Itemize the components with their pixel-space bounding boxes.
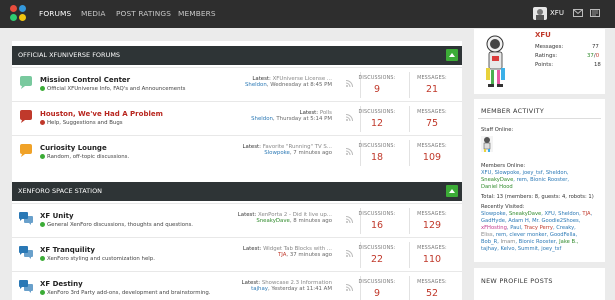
recent-line[interactable]: Slowpoke, SneakyDave, XFU, Sheldon, TJA, [481,211,592,217]
rss-icon[interactable] [346,284,353,291]
forum-description: Official XFUniverse Info, FAQ's and Anno… [40,86,185,92]
forum-description: Help, Suggestions and Bugs [40,120,123,126]
rss-icon[interactable] [346,80,353,87]
members-online-line[interactable]: XFU, Slowpoke, joey_tsf, Sheldon, [481,170,569,176]
latest-post[interactable]: Latest: XenPorta 2 - Did it live up... Sn… [238,212,332,224]
info-bullet-icon [40,154,45,159]
messages-stat: MESSAGES: 21 [417,76,447,95]
latest-post[interactable]: Latest: XFUniverse License ... Sheldon, W… [245,76,332,88]
info-bullet-icon [40,120,45,125]
latest-post[interactable]: Latest: Showcase 2.3 Information tajhay, … [242,280,332,292]
forum-icon [18,110,34,124]
forum-icon [18,246,34,260]
staff-online-label: Staff Online: [481,127,514,133]
forum-description: XenForo styling and customization help. [40,256,155,262]
collapse-toggle-icon[interactable] [446,49,458,61]
nav-post-ratings[interactable]: POST RATINGS [116,9,171,18]
alerts-icon[interactable] [590,9,600,17]
forum-title[interactable]: Houston, We've Had A Problem [40,110,163,118]
category-header[interactable]: XENFORO SPACE STATION [12,182,462,201]
forum-icon [18,76,34,90]
points-label: Points: [535,62,554,68]
latest-post[interactable]: Latest: Favorite "Running" TV S... Slowpo… [243,144,332,156]
members-online-label: Members Online: [481,163,526,169]
forum-description: XenForo 3rd Party add-ons, development a… [40,290,211,296]
messages-count: 77 [592,44,599,50]
rss-icon[interactable] [346,216,353,223]
discussions-stat: DISCUSSIONS: 16 [358,212,396,231]
recent-line[interactable]: Bob_R, Imam, Bionic Rooster, Jake B., [481,239,578,245]
discussions-stat: DISCUSSIONS: 12 [358,110,396,129]
new-profile-posts-title: NEW PROFILE POSTS [481,277,553,285]
discussions-stat: DISCUSSIONS: 9 [358,76,396,95]
messages-stat: MESSAGES: 110 [417,246,447,265]
forum-row[interactable]: XF Destiny XenForo 3rd Party add-ons, dev… [12,271,462,300]
latest-post[interactable]: Latest: Polls Sheldon, Thursday at 5:14 P… [251,110,332,122]
forum-row[interactable]: XF Unity General XenForo discussions, tho… [12,203,462,237]
site-logo[interactable] [10,5,28,23]
messages-stat: MESSAGES: 129 [417,212,447,231]
rss-icon[interactable] [346,250,353,257]
info-bullet-icon [40,290,45,295]
nav-members[interactable]: MEMBERS [178,9,216,18]
category-header[interactable]: OFFICIAL XFUNIVERSE FORUMS [12,46,462,65]
category-title: XENFORO SPACE STATION [18,187,103,195]
sidebar-username[interactable]: XFU [535,31,551,39]
inbox-icon[interactable] [573,9,583,17]
category-title: OFFICIAL XFUNIVERSE FORUMS [18,51,121,59]
nav-media[interactable]: MEDIA [81,9,105,18]
collapse-toggle-icon[interactable] [446,185,458,197]
points-count: 18 [594,62,601,68]
top-navigation-bar: FORUMS MEDIA POST RATINGS MEMBERS XFU [0,0,615,28]
nav-forums[interactable]: FORUMS [39,9,71,18]
messages-stat: MESSAGES: 109 [417,144,447,163]
divider [478,118,601,119]
ratings-label: Ratings: [535,53,558,59]
rss-icon[interactable] [346,148,353,155]
user-profile-avatar[interactable] [483,34,508,89]
forum-title[interactable]: XF Tranquility [40,246,95,254]
forum-icon [18,280,34,294]
staff-avatar[interactable] [481,136,493,152]
forum-icon [18,144,34,158]
forum-description: Random, off-topic discussions. [40,154,129,160]
forum-row[interactable]: Mission Control Center Official XFUnivers… [12,67,462,101]
info-bullet-icon [40,86,45,91]
forum-icon [18,212,34,226]
members-online-line[interactable]: SneakyDave, rem, Bionic Rooster, [481,177,569,183]
user-avatar[interactable] [533,7,547,20]
forum-title[interactable]: Curiosity Lounge [40,144,107,152]
forum-row[interactable]: Houston, We've Had A Problem Help, Sugges… [12,101,462,135]
info-bullet-icon [40,222,45,227]
info-bullet-icon [40,256,45,261]
recent-line[interactable]: xFHosting, Paul, Tracy Perry, Creaky, [481,225,576,231]
recent-line[interactable]: tajhay, Kelvo, Summit, joey_tsf [481,246,561,252]
user-name[interactable]: XFU [550,9,564,17]
forum-description: General XenForo discussions, thoughts an… [40,222,193,228]
recently-visited-label: Recently Visited: [481,204,525,210]
forum-title[interactable]: XF Unity [40,212,74,220]
rss-icon[interactable] [346,114,353,121]
ratings-count: 37/0 [587,53,600,59]
forum-title[interactable]: XF Destiny [40,280,83,288]
online-total: Total: 13 (members: 8, guests: 4, robots… [481,194,594,200]
discussions-stat: DISCUSSIONS: 9 [358,280,396,299]
recent-line[interactable]: Eliss, rem, clever monker, GoodFella, [481,232,577,238]
forum-row[interactable]: XF Tranquility XenForo styling and custom… [12,237,462,271]
messages-stat: MESSAGES: 75 [417,110,447,129]
discussions-stat: DISCUSSIONS: 18 [358,144,396,163]
forum-row[interactable]: Curiosity Lounge Random, off-topic discus… [12,135,462,169]
recent-line[interactable]: GadHyde, Adam H, Mr. Goodie2Shoes, [481,218,580,224]
messages-stat: MESSAGES: 52 [417,280,447,299]
forum-title[interactable]: Mission Control Center [40,76,130,84]
latest-post[interactable]: Latest: Widget Tab Blocks with ... TJA, 3… [243,246,332,258]
member-activity-title: MEMBER ACTIVITY [481,107,545,115]
messages-label: Messages: [535,44,564,50]
discussions-stat: DISCUSSIONS: 22 [358,246,396,265]
members-online-line[interactable]: Daniel Hood [481,184,513,190]
